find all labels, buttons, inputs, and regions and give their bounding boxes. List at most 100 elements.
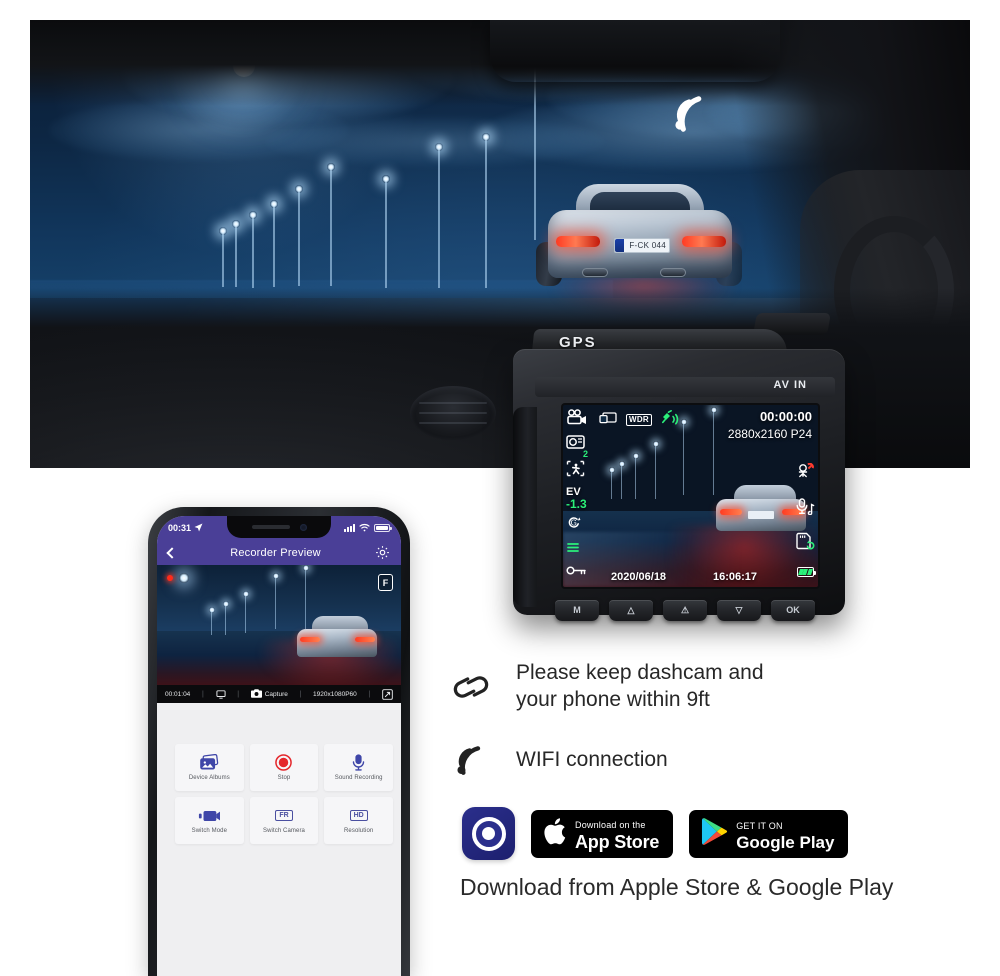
air-vent	[410, 386, 496, 440]
hd-icon: HD	[349, 807, 368, 824]
street-lamp	[270, 200, 277, 287]
back-chevron-icon[interactable]	[166, 546, 178, 559]
button-label: Stop	[277, 775, 291, 781]
preview-toolbar: 00:01:04 | | Capture | 1920x1080P60 |	[157, 685, 401, 703]
live-preview-video[interactable]: F	[157, 565, 401, 685]
button-label: Resolution	[343, 828, 374, 834]
silver-sports-car: F-CK 044	[530, 180, 750, 320]
dashcam-device: GPS AV IN 2 EV -1.3 G WDR 00:00:00 2880x…	[505, 313, 855, 625]
menu-button[interactable]: M	[555, 599, 599, 621]
preview-street-lamp	[272, 573, 279, 629]
exhaust-pipe	[660, 268, 686, 277]
emergency-lock-button[interactable]: ⚠	[663, 599, 707, 621]
wifi-icon	[359, 523, 370, 534]
front-camera-badge[interactable]: F	[378, 574, 393, 591]
preview-car-body	[297, 629, 377, 657]
screen-taillight	[720, 509, 742, 515]
fullscreen-icon[interactable]	[382, 688, 393, 700]
feature-row-distance: Please keep dashcam and your phone withi…	[448, 660, 948, 713]
screen-license-plate	[748, 511, 774, 519]
av-in-label: AV IN	[773, 379, 807, 391]
app-store-badge[interactable]: Download on the App Store	[531, 809, 674, 858]
ok-button[interactable]: OK	[771, 599, 815, 621]
stop-button[interactable]: Stop	[249, 744, 319, 791]
street-lamp	[382, 175, 389, 288]
app-store-text: Download on the App Store	[575, 815, 659, 852]
status-right	[344, 523, 392, 534]
wifi-signal-icon	[665, 88, 717, 140]
app-store-subtitle: Download on the	[575, 820, 646, 831]
preview-taillight	[355, 637, 375, 642]
switch-mode-button[interactable]: Switch Mode	[175, 797, 244, 844]
dashcam-button-row[interactable]: M △ ⚠ ▽ OK	[555, 597, 815, 623]
monitor-icon[interactable]	[215, 689, 226, 699]
location-arrow-icon	[194, 523, 203, 534]
down-button[interactable]: ▽	[717, 599, 761, 621]
battery-icon	[374, 524, 392, 532]
product-feature-page: F-CK 044 GPS AV IN 2 EV -1.3 G WDR 00:00…	[0, 0, 1000, 976]
app-icon-lens	[471, 816, 506, 851]
button-label: Switch Mode	[191, 828, 228, 834]
button-label: Device Albums	[188, 775, 230, 781]
status-time: 00:31	[168, 523, 192, 533]
record-dot-icon	[167, 575, 173, 581]
wifi-signal-icon	[448, 739, 494, 781]
video-mode-icon	[198, 807, 221, 824]
toolbar-separator: |	[202, 690, 204, 698]
toolbar-separator: |	[299, 690, 302, 698]
google-play-badge[interactable]: GET IT ON Google Play	[689, 809, 849, 858]
preview-street-lamp	[242, 591, 249, 633]
feature-line-2: your phone within 9ft	[516, 687, 710, 711]
screen-street-lamp	[652, 441, 659, 499]
microphone-icon	[352, 754, 365, 771]
app-icon-pupil	[482, 827, 495, 841]
device-albums-button[interactable]: Device Albums	[175, 744, 244, 791]
dashcam-side-panel	[513, 407, 537, 607]
stop-record-icon	[275, 754, 293, 771]
switch-camera-button[interactable]: FR Switch Camera	[249, 797, 319, 844]
sound-recording-button[interactable]: Sound Recording	[324, 744, 393, 791]
resolution-button[interactable]: HD Resolution	[324, 797, 393, 844]
street-lamp	[295, 185, 302, 286]
preview-street-lamp	[222, 601, 229, 635]
download-caption: Download from Apple Store & Google Play	[460, 874, 894, 901]
feature-panel: Please keep dashcam and your phone withi…	[448, 660, 948, 901]
photo-albums-icon	[199, 754, 219, 771]
google-play-triangle-icon	[701, 817, 728, 851]
earpiece-speaker	[251, 525, 290, 529]
feature-line-1: Please keep dashcam and	[516, 661, 764, 684]
screen-street-lamp	[608, 467, 615, 499]
feature-text-wifi: WIFI connection	[516, 747, 668, 771]
button-label: Switch Camera	[263, 828, 305, 834]
street-lamp	[232, 220, 239, 287]
screen-street-lamp	[618, 461, 625, 499]
up-button[interactable]: △	[609, 599, 653, 621]
preview-taillight	[300, 637, 320, 642]
dashcam-screen: 2 EV -1.3 G WDR 00:00:00 2880x2160 P24 2…	[563, 405, 818, 587]
apple-logo-icon	[543, 817, 567, 851]
capture-button[interactable]: Capture	[250, 688, 288, 700]
phone-screen: 00:31 Recorder Preview F 00:01:04 | | Ca…	[157, 516, 401, 976]
toolbar-resolution: 1920x1080P60	[313, 690, 357, 698]
street-lamp	[435, 143, 442, 288]
store-badges-row: Download on the App Store GET IT ON Goog…	[462, 807, 948, 861]
dashcam-live-view	[563, 405, 818, 587]
front-rear-camera-icon: FR	[275, 807, 293, 824]
phone-notch	[227, 516, 331, 538]
street-lamp	[249, 211, 256, 288]
taillight	[556, 236, 600, 247]
page-title: Recorder Preview	[230, 546, 321, 559]
front-camera	[299, 523, 307, 531]
app-button-grid: Device Albums Stop Sound Recording Switc…	[175, 744, 393, 844]
camera-app-icon[interactable]	[462, 807, 515, 861]
app-store-title: App Store	[575, 832, 660, 853]
front-rear-badge: FR	[275, 809, 293, 822]
hd-badge: HD	[349, 809, 368, 822]
gear-icon[interactable]	[375, 545, 390, 560]
street-lamp	[327, 163, 334, 286]
screen-street-lamp	[632, 453, 639, 499]
exhaust-pipe	[582, 268, 608, 277]
preview-street-lamp	[208, 607, 215, 635]
google-play-subtitle: GET IT ON	[736, 820, 783, 831]
app-header: Recorder Preview	[157, 540, 401, 565]
